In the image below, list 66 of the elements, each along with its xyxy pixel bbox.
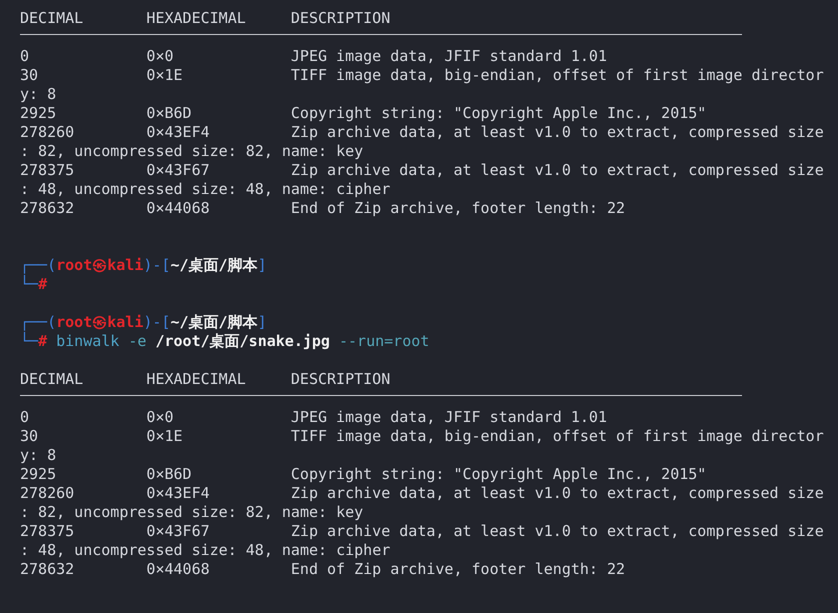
description-text: : 82, uncompressed size: 82, name: key xyxy=(20,503,364,521)
prompt-user: root㉿kali xyxy=(56,256,144,274)
offset-hex: 0×44068 xyxy=(146,199,211,218)
offset-hex: 0×B6D xyxy=(146,465,193,484)
description-text: : 48, uncompressed size: 48, name: cipher xyxy=(20,180,390,198)
description-text: Zip archive data, at least v1.0 to extract, compressed size xyxy=(290,522,824,540)
offset-decimal: 278260 xyxy=(20,123,76,142)
column-header: DECIMAL xyxy=(20,9,84,28)
description-text: Copyright string: "Copyright Apple Inc., 2015" xyxy=(290,104,706,122)
description-text: y: 8 xyxy=(20,85,56,103)
offset-hex: 0×43F67 xyxy=(146,522,211,541)
offset-hex: 0×0 xyxy=(146,47,175,66)
offset-hex: 0×B6D xyxy=(146,104,193,123)
description-text: Zip archive data, at least v1.0 to extract, compressed size xyxy=(290,123,824,141)
prompt-user: root㉿kali xyxy=(56,313,144,331)
offset-hex: 0×43EF4 xyxy=(146,123,211,142)
offset-hex: 0×43EF4 xyxy=(146,484,211,503)
description-text: Zip archive data, at least v1.0 to extract, compressed size xyxy=(290,484,824,502)
command-option: --run=root xyxy=(339,332,430,350)
offset-hex: 0×0 xyxy=(146,408,175,427)
offset-decimal: 2925 xyxy=(20,465,58,484)
offset-hex: 0×44068 xyxy=(146,560,211,579)
description-text: : 82, uncompressed size: 82, name: key xyxy=(20,142,364,160)
offset-hex: 0×1E xyxy=(146,427,184,446)
offset-decimal: 278375 xyxy=(20,522,76,541)
prompt-frame: ] xyxy=(258,313,267,331)
offset-decimal: 30 xyxy=(20,66,40,85)
column-header: DESCRIPTION xyxy=(290,9,390,27)
column-header: HEXADECIMAL xyxy=(146,9,247,28)
description-text: JPEG image data, JFIF standard 1.01 xyxy=(290,47,607,65)
prompt-frame: └─ xyxy=(20,275,38,293)
description-text: TIFF image data, big-endian, offset of first image director xyxy=(290,427,824,445)
column-header: DECIMAL xyxy=(20,370,84,389)
command-argument: /root/桌面/snake.jpg xyxy=(155,332,330,350)
prompt-symbol: # xyxy=(38,332,48,350)
prompt-frame: ┌──( xyxy=(20,313,56,331)
offset-decimal: 278632 xyxy=(20,199,76,218)
description-text: JPEG image data, JFIF standard 1.01 xyxy=(290,408,607,426)
command-option: -e xyxy=(128,332,146,350)
offset-hex: 0×43F67 xyxy=(146,161,211,180)
description-text: : 48, uncompressed size: 48, name: cipher xyxy=(20,541,390,559)
offset-decimal: 278375 xyxy=(20,161,76,180)
column-header: HEXADECIMAL xyxy=(146,370,247,389)
description-text: y: 8 xyxy=(20,446,56,464)
prompt-path: ~/桌面/脚本 xyxy=(170,313,258,331)
prompt-frame: )-[ xyxy=(143,313,170,331)
description-text: TIFF image data, big-endian, offset of first image director xyxy=(290,66,824,84)
offset-decimal: 278632 xyxy=(20,560,76,579)
offset-hex: 0×1E xyxy=(146,66,184,85)
command-name: binwalk xyxy=(56,332,120,350)
prompt-frame: ┌──( xyxy=(20,256,56,274)
offset-decimal: 0 xyxy=(20,408,30,427)
description-text: End of Zip archive, footer length: 22 xyxy=(290,199,626,217)
offset-decimal: 30 xyxy=(20,427,40,446)
prompt-frame: └─ xyxy=(20,332,38,350)
offset-decimal: 0 xyxy=(20,47,30,66)
offset-decimal: 2925 xyxy=(20,104,58,123)
description-text: Copyright string: "Copyright Apple Inc., 2015" xyxy=(290,465,706,483)
prompt-frame: )-[ xyxy=(143,256,170,274)
description-text: Zip archive data, at least v1.0 to extract, compressed size xyxy=(290,161,824,179)
description-text: End of Zip archive, footer length: 22 xyxy=(290,560,626,578)
column-header: DESCRIPTION xyxy=(290,370,390,388)
prompt-path: ~/桌面/脚本 xyxy=(170,256,258,274)
offset-decimal: 278260 xyxy=(20,484,76,503)
prompt-frame: ] xyxy=(258,256,267,274)
prompt-symbol: # xyxy=(38,275,48,293)
